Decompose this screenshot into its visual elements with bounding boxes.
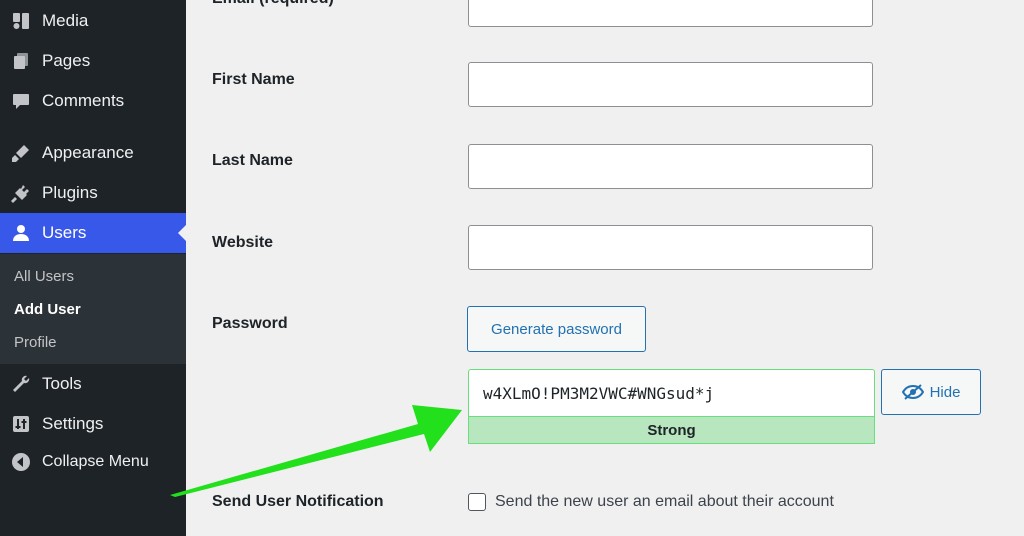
send-notification-checkbox[interactable]: [468, 493, 486, 511]
sidebar-item-plugins[interactable]: Plugins: [0, 173, 186, 213]
admin-sidebar: Media Pages Comments Appearance Plugins …: [0, 0, 186, 536]
sidebar-item-settings[interactable]: Settings: [0, 404, 186, 444]
sidebar-item-label: Users: [42, 223, 87, 242]
last-name-field[interactable]: [468, 144, 873, 189]
sidebar-item-label: Collapse Menu: [42, 453, 149, 470]
hide-label: Hide: [929, 383, 961, 401]
website-label: Website: [212, 234, 274, 251]
sidebar-item-appearance[interactable]: Appearance: [0, 133, 186, 173]
submenu-item-profile[interactable]: Profile: [14, 334, 57, 351]
send-notification-label: Send User Notification: [212, 493, 384, 510]
generate-password-button[interactable]: Generate password: [467, 306, 646, 352]
pages-icon: [10, 50, 32, 72]
sidebar-item-label: Settings: [42, 414, 104, 433]
users-submenu: All Users Add User Profile: [0, 254, 186, 364]
eye-slash-icon: [901, 384, 924, 400]
sidebar-item-tools[interactable]: Tools: [0, 364, 186, 404]
sidebar-item-label: Tools: [42, 374, 82, 393]
submenu-item-all-users[interactable]: All Users: [14, 268, 74, 285]
active-indicator: [178, 225, 186, 241]
password-strength-indicator: Strong: [468, 416, 875, 444]
sidebar-item-comments[interactable]: Comments: [0, 81, 186, 121]
password-label: Password: [212, 315, 288, 332]
sidebar-item-label: Pages: [42, 51, 91, 70]
tools-icon: [10, 373, 32, 395]
sidebar-item-media[interactable]: Media: [0, 1, 186, 41]
submenu-item-add-user[interactable]: Add User: [14, 301, 81, 318]
comments-icon: [10, 90, 32, 112]
sidebar-item-pages[interactable]: Pages: [0, 41, 186, 81]
users-icon: [10, 222, 32, 244]
website-field[interactable]: [468, 225, 873, 270]
email-label: Email (required): [212, 0, 334, 8]
password-input[interactable]: w4XLmO!PM3M2VWC#WNGsud*j: [468, 369, 875, 416]
media-icon: [10, 10, 32, 32]
last-name-label: Last Name: [212, 152, 293, 169]
first-name-label: First Name: [212, 71, 295, 88]
collapse-menu-button[interactable]: Collapse Menu: [0, 442, 186, 482]
hide-password-button[interactable]: Hide: [881, 369, 981, 415]
sidebar-item-users[interactable]: Users: [0, 213, 186, 253]
first-name-field[interactable]: [468, 62, 873, 107]
sidebar-item-label: Comments: [42, 91, 125, 110]
email-field[interactable]: [468, 0, 873, 27]
send-notification-checkbox-label[interactable]: Send the new user an email about their a…: [495, 493, 834, 511]
collapse-icon: [10, 451, 32, 473]
settings-icon: [10, 413, 32, 435]
appearance-icon: [10, 142, 32, 164]
sidebar-item-label: Media: [42, 11, 89, 30]
sidebar-item-label: Appearance: [42, 143, 134, 162]
plugins-icon: [10, 182, 32, 204]
sidebar-item-label: Plugins: [42, 183, 98, 202]
